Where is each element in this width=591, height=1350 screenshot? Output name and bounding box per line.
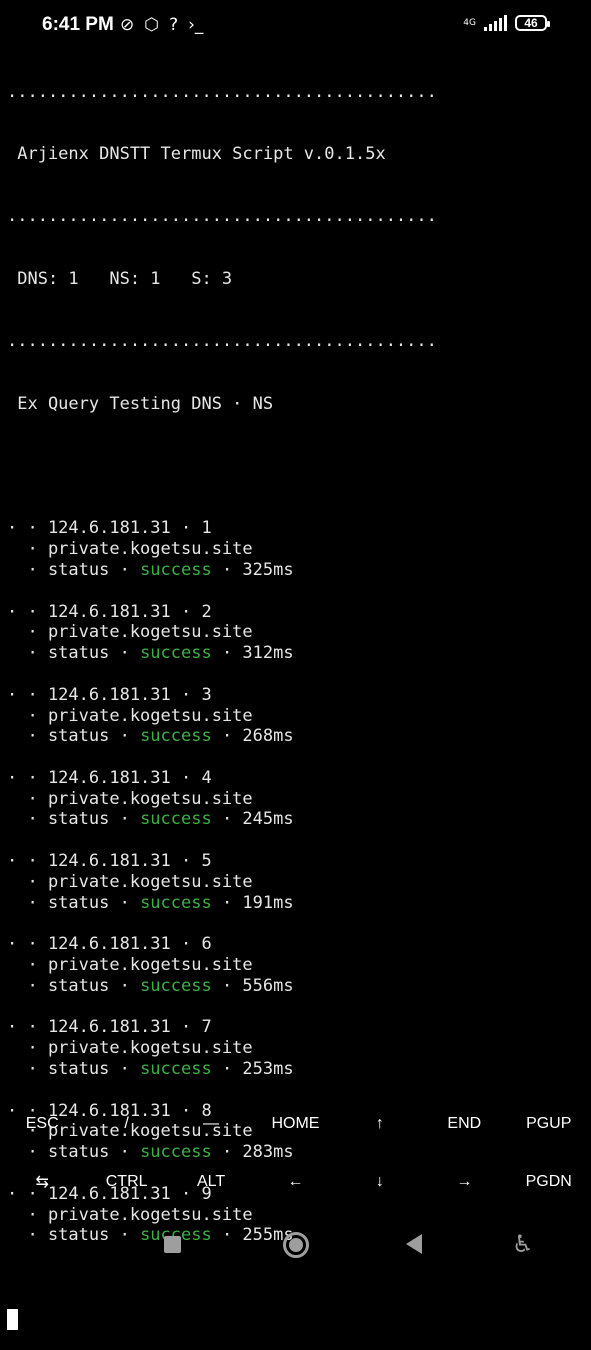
separator-line: ........................................… — [7, 331, 437, 352]
extra-key[interactable]: ⇆ — [0, 1156, 84, 1208]
response-time: · 312ms — [211, 643, 294, 664]
network-type: 4G — [463, 17, 476, 28]
response-time: · 245ms — [211, 809, 294, 830]
result-domain-line: · private.kogetsu.site — [7, 622, 253, 643]
result-ip-line: · · 124.6.181.31 · 7 — [7, 1017, 212, 1038]
status-prefix: · status · — [7, 975, 141, 996]
result-ip-line: · · 124.6.181.31 · 3 — [7, 684, 212, 705]
cursor-line[interactable] — [7, 1308, 587, 1330]
result-ip-line: · · 124.6.181.31 · 4 — [7, 767, 212, 788]
status-value: success — [140, 892, 212, 913]
extra-key[interactable]: ← — [253, 1156, 337, 1208]
status-icons: ⊘ ⬡ ? ›_ — [120, 15, 203, 35]
response-time: · 325ms — [211, 559, 294, 580]
response-time: · 556ms — [211, 975, 294, 996]
signal-question-icon: ? — [169, 15, 179, 35]
status-prefix: · status · — [7, 1059, 141, 1080]
extra-keys-row-1: ESC / — HOME ↑ END PGUP — [0, 1098, 591, 1150]
result-status-line: · status · success · 325ms — [7, 560, 587, 581]
result-status-line: · status · success · 245ms — [7, 809, 587, 830]
status-value: success — [140, 975, 212, 996]
extra-keys-bar: ESC / — HOME ↑ END PGUP ⇆ CTRL ALT ← ↓ → PGDN — [0, 1098, 591, 1214]
alarm-off-icon: ⊘ — [120, 15, 135, 35]
result-block: · · 124.6.181.31 · 6 · private.kogetsu.s… — [7, 934, 587, 1017]
result-block: · · 124.6.181.31 · 3 · private.kogetsu.s… — [7, 685, 587, 768]
result-status-line: · status · success · 268ms — [7, 726, 587, 747]
status-prefix: · status · — [7, 643, 141, 664]
signal-icon — [484, 15, 507, 31]
status-value: success — [140, 1059, 212, 1080]
result-domain-line: · private.kogetsu.site — [7, 705, 253, 726]
extra-key[interactable]: PGUP — [507, 1098, 591, 1150]
result-status-line: · status · success · 191ms — [7, 893, 587, 914]
extra-key[interactable]: ↓ — [338, 1156, 422, 1208]
status-value: success — [140, 643, 212, 664]
result-status-line: · status · success · 312ms — [7, 643, 587, 664]
result-block: · · 124.6.181.31 · 5 · private.kogetsu.s… — [7, 851, 587, 934]
extra-key[interactable]: ↑ — [338, 1098, 422, 1150]
recents-icon[interactable] — [164, 1236, 181, 1253]
result-domain-line: · private.kogetsu.site — [7, 955, 253, 976]
status-right: 4G 46 — [463, 15, 550, 31]
accessibility-icon[interactable]: ♿︎ — [512, 1230, 534, 1258]
response-time: · 191ms — [211, 892, 294, 913]
result-ip-line: · · 124.6.181.31 · 5 — [7, 851, 212, 872]
extra-key[interactable]: → — [422, 1156, 506, 1208]
status-prefix: · status · — [7, 892, 141, 913]
status-time: 6:41 PM — [42, 14, 114, 35]
extra-keys-row-2: ⇆ CTRL ALT ← ↓ → PGDN — [0, 1156, 591, 1208]
battery-level: 46 — [524, 16, 538, 30]
testing-line: Ex Query Testing DNS · NS — [7, 393, 274, 414]
result-block: · · 124.6.181.31 · 2 · private.kogetsu.s… — [7, 602, 587, 685]
result-status-line: · status · success · 556ms — [7, 976, 587, 997]
extra-key[interactable]: ALT — [169, 1156, 253, 1208]
result-status-line: · status · success · 253ms — [7, 1059, 587, 1080]
result-block: · · 124.6.181.31 · 1 · private.kogetsu.s… — [7, 518, 587, 601]
response-time: · 268ms — [211, 726, 294, 747]
result-domain-line: · private.kogetsu.site — [7, 539, 253, 560]
status-value: success — [140, 809, 212, 830]
extra-key[interactable]: HOME — [253, 1098, 337, 1150]
home-icon[interactable] — [283, 1232, 309, 1258]
result-domain-line: · private.kogetsu.site — [7, 788, 253, 809]
extra-key[interactable]: ESC — [0, 1098, 84, 1150]
separator-line: ........................................… — [7, 206, 437, 227]
status-value: success — [140, 559, 212, 580]
extra-key[interactable]: / — [84, 1098, 168, 1150]
result-ip-line: · · 124.6.181.31 · 1 — [7, 518, 212, 539]
status-value: success — [140, 726, 212, 747]
result-ip-line: · · 124.6.181.31 · 2 — [7, 601, 212, 622]
extra-key[interactable]: END — [422, 1098, 506, 1150]
result-domain-line: · private.kogetsu.site — [7, 871, 253, 892]
hd-icon: ⬡ — [144, 15, 160, 35]
terminal-prompt-icon: ›_ — [188, 15, 204, 35]
extra-key[interactable]: PGDN — [507, 1156, 591, 1208]
status-prefix: · status · — [7, 726, 141, 747]
script-title: Arjienx DNSTT Termux Script v.0.1.5x — [7, 143, 386, 164]
counts-line: DNS: 1 NS: 1 S: 3 — [7, 268, 233, 289]
status-prefix: · status · — [7, 809, 141, 830]
result-domain-line: · private.kogetsu.site — [7, 1038, 253, 1059]
extra-key[interactable]: CTRL — [84, 1156, 168, 1208]
battery-icon: 46 — [515, 15, 550, 31]
response-time: · 253ms — [211, 1059, 294, 1080]
navigation-bar: ♿︎ — [0, 1214, 591, 1274]
result-ip-line: · · 124.6.181.31 · 6 — [7, 934, 212, 955]
extra-key[interactable]: — — [169, 1098, 253, 1150]
separator-line: ........................................… — [7, 81, 437, 102]
result-block: · · 124.6.181.31 · 7 · private.kogetsu.s… — [7, 1017, 587, 1100]
back-icon[interactable] — [406, 1234, 422, 1254]
terminal-cursor — [7, 1308, 18, 1330]
result-block: · · 124.6.181.31 · 4 · private.kogetsu.s… — [7, 768, 587, 851]
status-prefix: · status · — [7, 559, 141, 580]
